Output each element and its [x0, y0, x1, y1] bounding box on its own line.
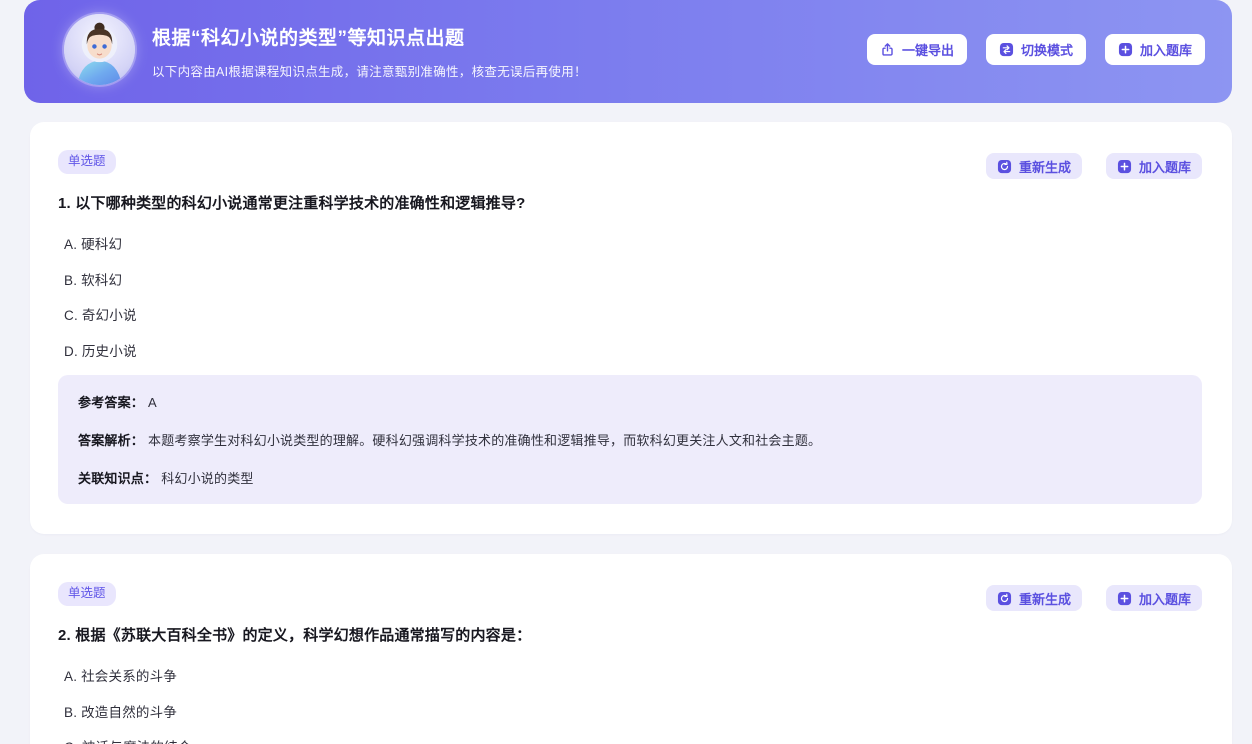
related-knowledge-label: 关联知识点： [78, 471, 157, 486]
option-a[interactable]: A. 社会关系的斗争 [64, 665, 1202, 685]
question-title: 2. 根据《苏联大百科全书》的定义，科学幻想作品通常描写的内容是： [58, 624, 1202, 645]
reference-answer-row: 参考答案： A [78, 392, 1182, 411]
add-to-bank-header-button[interactable]: 加入题库 [1105, 34, 1205, 65]
add-to-bank-button[interactable]: 加入题库 [1106, 153, 1202, 179]
option-c[interactable]: C. 奇幻小说 [64, 304, 1202, 324]
reference-answer-value: A [148, 395, 157, 410]
regenerate-button[interactable]: 重新生成 [986, 585, 1082, 611]
question-card: 单选题 重新生成 加入题库 [30, 554, 1232, 744]
export-button[interactable]: 一键导出 [867, 34, 967, 65]
question-card: 单选题 重新生成 加入题库 [30, 122, 1232, 534]
switch-mode-button[interactable]: 切换模式 [986, 34, 1086, 65]
card-actions: 重新生成 加入题库 [986, 153, 1202, 179]
export-icon [880, 42, 895, 57]
reference-answer-label: 参考答案： [78, 395, 144, 410]
regenerate-icon [997, 591, 1012, 606]
avatar-illustration [64, 14, 135, 85]
option-list: A. 硬科幻 B. 软科幻 C. 奇幻小说 D. 历史小说 [64, 233, 1202, 360]
regenerate-button-label: 重新生成 [1019, 589, 1071, 608]
page-subtitle: 以下内容由AI根据课程知识点生成，请注意甄别准确性，核查无误后再使用！ [152, 61, 587, 80]
ai-assistant-avatar [64, 14, 135, 85]
answer-analysis-value: 本题考察学生对科幻小说类型的理解。硬科幻强调科学技术的准确性和逻辑推导，而软科幻… [148, 433, 821, 448]
question-type-badge: 单选题 [58, 582, 116, 606]
add-to-bank-button-label: 加入题库 [1139, 157, 1191, 176]
header-text-block: 根据“科幻小说的类型”等知识点出题 以下内容由AI根据课程知识点生成，请注意甄别… [152, 23, 587, 80]
answer-analysis-row: 答案解析： 本题考察学生对科幻小说类型的理解。硬科幻强调科学技术的准确性和逻辑推导… [78, 430, 1182, 449]
option-a[interactable]: A. 硬科幻 [64, 233, 1202, 253]
option-c[interactable]: C. 神话与魔法的结合 [64, 736, 1202, 744]
add-to-bank-header-label: 加入题库 [1140, 40, 1192, 59]
answer-box: 参考答案： A 答案解析： 本题考察学生对科幻小说类型的理解。硬科幻强调科学技术的准… [58, 375, 1202, 504]
switch-mode-button-label: 切换模式 [1021, 40, 1073, 59]
switch-mode-icon [999, 42, 1014, 57]
regenerate-button[interactable]: 重新生成 [986, 153, 1082, 179]
regenerate-icon [997, 159, 1012, 174]
plus-icon [1118, 42, 1133, 57]
card-header-row: 单选题 重新生成 加入题库 [58, 150, 1202, 179]
plus-icon [1117, 159, 1132, 174]
regenerate-button-label: 重新生成 [1019, 157, 1071, 176]
plus-icon [1117, 591, 1132, 606]
question-title: 1. 以下哪种类型的科幻小说通常更注重科学技术的准确性和逻辑推导? [58, 192, 1202, 213]
related-knowledge-value: 科幻小说的类型 [161, 471, 253, 486]
page-title: 根据“科幻小说的类型”等知识点出题 [152, 23, 587, 50]
header-banner: 根据“科幻小说的类型”等知识点出题 以下内容由AI根据课程知识点生成，请注意甄别… [24, 0, 1232, 103]
card-actions: 重新生成 加入题库 [986, 585, 1202, 611]
option-b[interactable]: B. 软科幻 [64, 269, 1202, 289]
add-to-bank-button-label: 加入题库 [1139, 589, 1191, 608]
answer-analysis-label: 答案解析： [78, 433, 144, 448]
add-to-bank-button[interactable]: 加入题库 [1106, 585, 1202, 611]
question-type-badge: 单选题 [58, 150, 116, 174]
export-button-label: 一键导出 [902, 40, 954, 59]
related-knowledge-row: 关联知识点： 科幻小说的类型 [78, 468, 1182, 487]
card-header-row: 单选题 重新生成 加入题库 [58, 582, 1202, 611]
option-list: A. 社会关系的斗争 B. 改造自然的斗争 C. 神话与魔法的结合 D. 纯粹的… [64, 665, 1202, 744]
header-actions: 一键导出 切换模式 加入题库 [867, 34, 1205, 65]
option-d[interactable]: D. 历史小说 [64, 340, 1202, 360]
option-b[interactable]: B. 改造自然的斗争 [64, 701, 1202, 721]
